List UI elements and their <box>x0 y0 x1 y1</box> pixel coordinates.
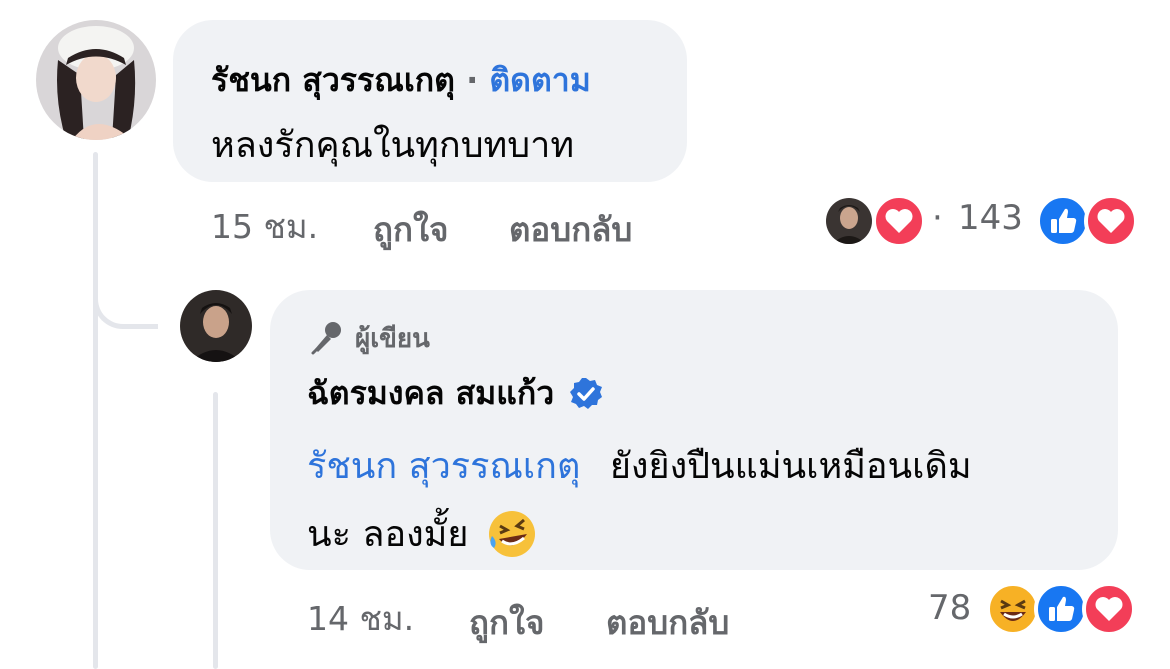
reactor-avatar <box>826 198 872 244</box>
reply-text-line2: นะ ลองมั้ย <box>307 505 538 562</box>
reply-text-end: นะ ลองมั้ย <box>307 514 469 555</box>
thread-connector-curve <box>93 280 158 329</box>
author-avatar[interactable] <box>180 290 252 362</box>
comment-reply-button[interactable]: ตอบกลับ <box>509 203 632 256</box>
comment-time[interactable]: 15 ชม. <box>211 200 318 253</box>
thread-line-reply <box>213 392 218 669</box>
reply-author-line: ฉัตรมงคล สมแก้ว <box>307 368 604 419</box>
author-badge-label: ผู้เขียน <box>355 323 430 354</box>
comment-author-line: รัชนก สุวรรณเกตุ · ติดตาม <box>211 55 591 106</box>
reply-mention-link[interactable]: รัชนก สุวรรณเกตุ <box>307 446 580 487</box>
comment-author-name[interactable]: รัชนก สุวรรณเกตุ <box>211 61 455 99</box>
reply-author-name[interactable]: ฉัตรมงคล สมแก้ว <box>307 368 554 419</box>
commenter-avatar[interactable] <box>36 20 156 140</box>
comment-reactions[interactable]: · 143 <box>822 194 1142 250</box>
verified-badge-icon <box>568 376 604 412</box>
reply-text-line1: รัชนก สุวรรณเกตุ ยังยิงปืนแม่นเหมือนเดิม <box>307 437 972 494</box>
follow-button[interactable]: ติดตาม <box>489 61 590 99</box>
author-badge: ผู้เขียน <box>307 318 430 358</box>
reply-text-main: ยังยิงปืนแม่นเหมือนเดิม <box>609 446 972 487</box>
like-icon <box>1036 194 1090 248</box>
love-icon <box>1084 194 1138 248</box>
thread-line-main <box>93 152 98 669</box>
like-icon <box>1034 582 1088 636</box>
reply-reaction-count: 78 <box>928 588 972 628</box>
reaction-dot: · <box>932 198 943 238</box>
reply-reply-button[interactable]: ตอบกลับ <box>606 596 729 649</box>
comment-separator: · <box>466 61 479 99</box>
microphone-icon <box>307 319 345 357</box>
love-icon <box>1082 582 1136 636</box>
comment-text: หลงรักคุณในทุกบทบาท <box>211 125 575 166</box>
reply-like-button[interactable]: ถูกใจ <box>469 596 544 649</box>
reply-reactions[interactable]: 78 <box>928 582 1142 638</box>
love-icon <box>872 194 926 248</box>
rolling-laughing-emoji <box>486 508 538 560</box>
comment-like-button[interactable]: ถูกใจ <box>373 203 448 256</box>
reply-time[interactable]: 14 ชม. <box>307 592 414 645</box>
haha-icon <box>986 582 1040 636</box>
comment-reaction-count: 143 <box>958 198 1023 238</box>
